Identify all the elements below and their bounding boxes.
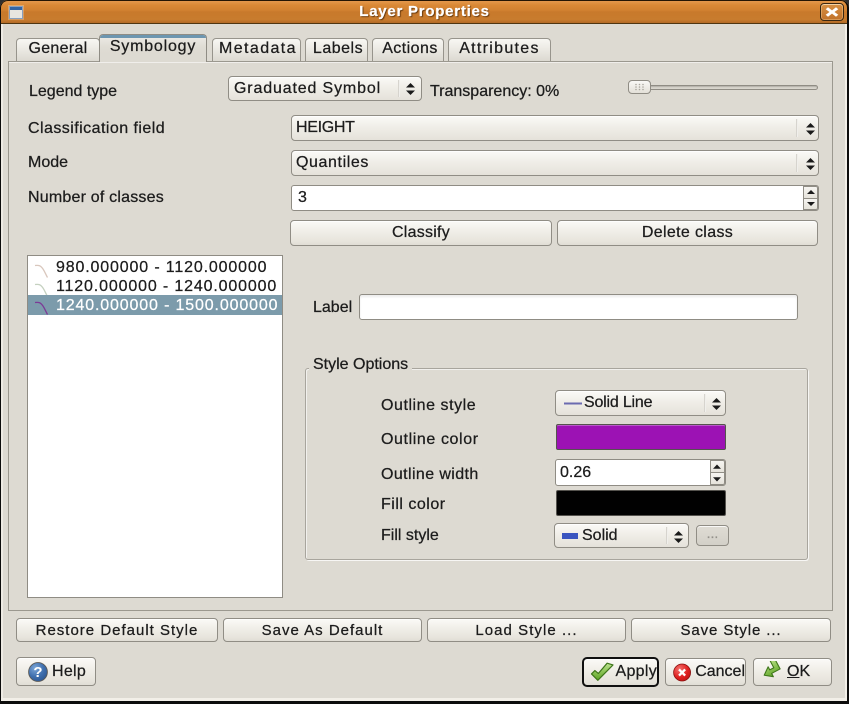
svg-text:?: ?: [33, 664, 42, 681]
